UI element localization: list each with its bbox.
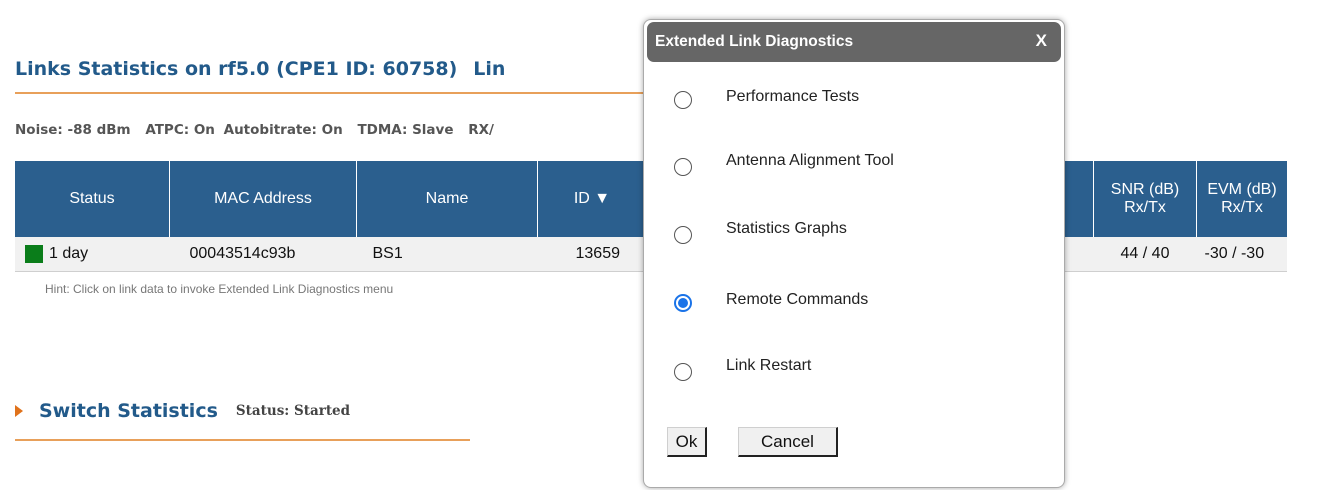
hint-text: Hint: Click on link data to invoke Exten…	[45, 282, 394, 296]
dialog-header[interactable]: Extended Link Diagnostics X	[647, 22, 1061, 62]
expand-arrow-icon[interactable]	[15, 405, 23, 417]
col-evm-sublabel: Rx/Tx	[1221, 199, 1263, 216]
autobitrate-value: Autobitrate: On	[223, 122, 343, 138]
option-label[interactable]: Link Restart	[726, 357, 811, 375]
row-id[interactable]: 13659	[537, 237, 647, 272]
option-label[interactable]: Antenna Alignment Tool	[726, 152, 894, 170]
row-mac[interactable]: 00043514c93b	[169, 237, 357, 272]
switch-status: Status: Started	[235, 403, 351, 419]
col-status[interactable]: Status	[15, 161, 170, 237]
col-evm[interactable]: EVM (dB) Rx/Tx	[1196, 161, 1287, 237]
status-indicator	[25, 244, 43, 263]
option-label[interactable]: Remote Commands	[726, 291, 868, 309]
option-statistics-graphs[interactable]: Statistics Graphs	[674, 220, 847, 244]
ok-button[interactable]: Ok	[667, 427, 707, 457]
links-title: Links Statistics on rf5.0 (CPE1 ID: 6075…	[15, 58, 458, 80]
option-label[interactable]: Statistics Graphs	[726, 220, 847, 238]
switch-statistics-header[interactable]: Switch Statistics Status: Started	[15, 400, 350, 422]
option-remote-commands[interactable]: Remote Commands	[674, 291, 868, 312]
col-snr-label: SNR (dB)	[1110, 181, 1180, 198]
links-title-bar: Links Statistics on rf5.0 (CPE1 ID: 6075…	[15, 58, 505, 80]
col-mac-address[interactable]: MAC Address	[169, 161, 357, 237]
col-snr-sublabel: Rx/Tx	[1124, 199, 1166, 216]
radio-link-restart[interactable]	[674, 363, 692, 381]
col-id[interactable]: ID ▼	[537, 161, 647, 237]
atpc-value: ATPC: On	[145, 122, 215, 138]
link-status-line: Noise: -88 dBm ATPC: On Autobitrate: On …	[15, 122, 504, 138]
noise-value: Noise: -88 dBm	[15, 122, 131, 138]
dialog-title: Extended Link Diagnostics	[655, 33, 854, 50]
col-name[interactable]: Name	[356, 161, 538, 237]
row-name[interactable]: BS1	[356, 237, 538, 272]
radio-statistics-graphs[interactable]	[674, 226, 692, 244]
close-icon[interactable]: X	[1036, 31, 1047, 51]
radio-performance-tests[interactable]	[674, 91, 692, 109]
option-antenna-alignment-tool[interactable]: Antenna Alignment Tool	[674, 152, 894, 176]
extended-link-diagnostics-dialog: Extended Link Diagnostics X Performance …	[643, 19, 1065, 488]
col-evm-label: EVM (dB)	[1207, 181, 1277, 198]
radio-remote-commands[interactable]	[674, 294, 692, 312]
switch-title[interactable]: Switch Statistics	[39, 400, 218, 422]
option-performance-tests[interactable]: Performance Tests	[674, 88, 859, 109]
col-snr[interactable]: SNR (dB) Rx/Tx	[1093, 161, 1197, 237]
rx-value: RX/	[468, 122, 494, 138]
radio-antenna-alignment-tool[interactable]	[674, 158, 692, 176]
row-status-text: 1 day	[49, 245, 89, 263]
row-status[interactable]: 1 day	[15, 237, 170, 272]
title-underline	[15, 92, 655, 94]
option-label[interactable]: Performance Tests	[726, 88, 859, 106]
switch-underline	[15, 439, 470, 441]
cancel-button[interactable]: Cancel	[738, 427, 838, 457]
links-title-partial: Lin	[473, 58, 506, 80]
row-evm[interactable]: -30 / -30	[1196, 237, 1287, 272]
option-link-restart[interactable]: Link Restart	[674, 357, 811, 381]
tdma-value: TDMA: Slave	[357, 122, 454, 138]
row-snr[interactable]: 44 / 40	[1093, 237, 1197, 272]
